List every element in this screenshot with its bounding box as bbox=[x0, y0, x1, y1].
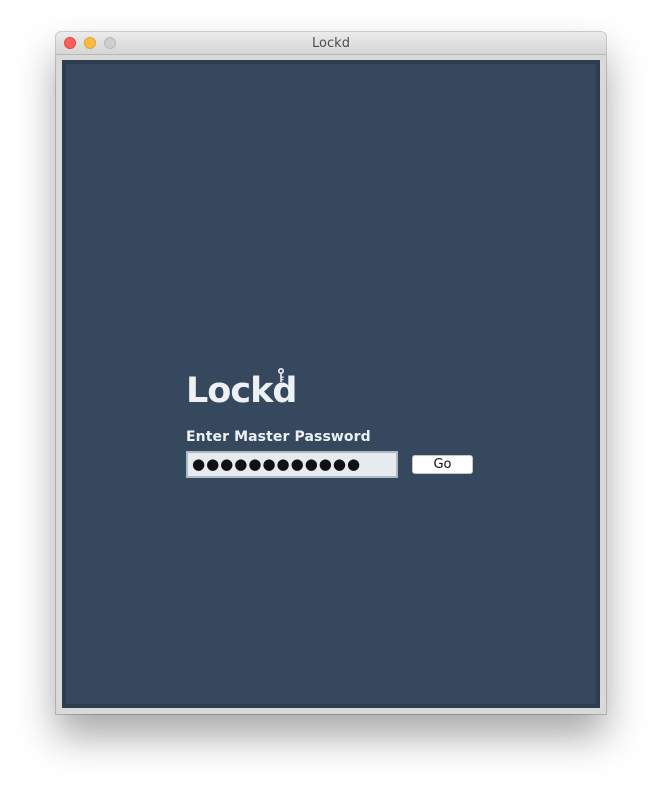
content-frame: Lockd Enter Master Password ●●●●●●●●●●●●… bbox=[62, 60, 600, 708]
master-password-input[interactable]: ●●●●●●●●●●●● bbox=[186, 451, 398, 478]
key-icon bbox=[278, 368, 284, 382]
window-title: Lockd bbox=[312, 36, 350, 51]
go-button[interactable]: Go bbox=[412, 455, 473, 474]
app-logo: Lockd bbox=[186, 366, 297, 416]
title-bar[interactable]: Lockd bbox=[56, 32, 606, 55]
app-window: Lockd Lockd Enter Master Password ●●●●●●… bbox=[56, 32, 606, 714]
master-password-label: Enter Master Password bbox=[186, 429, 371, 445]
login-panel: Lockd Enter Master Password ●●●●●●●●●●●●… bbox=[66, 64, 596, 704]
